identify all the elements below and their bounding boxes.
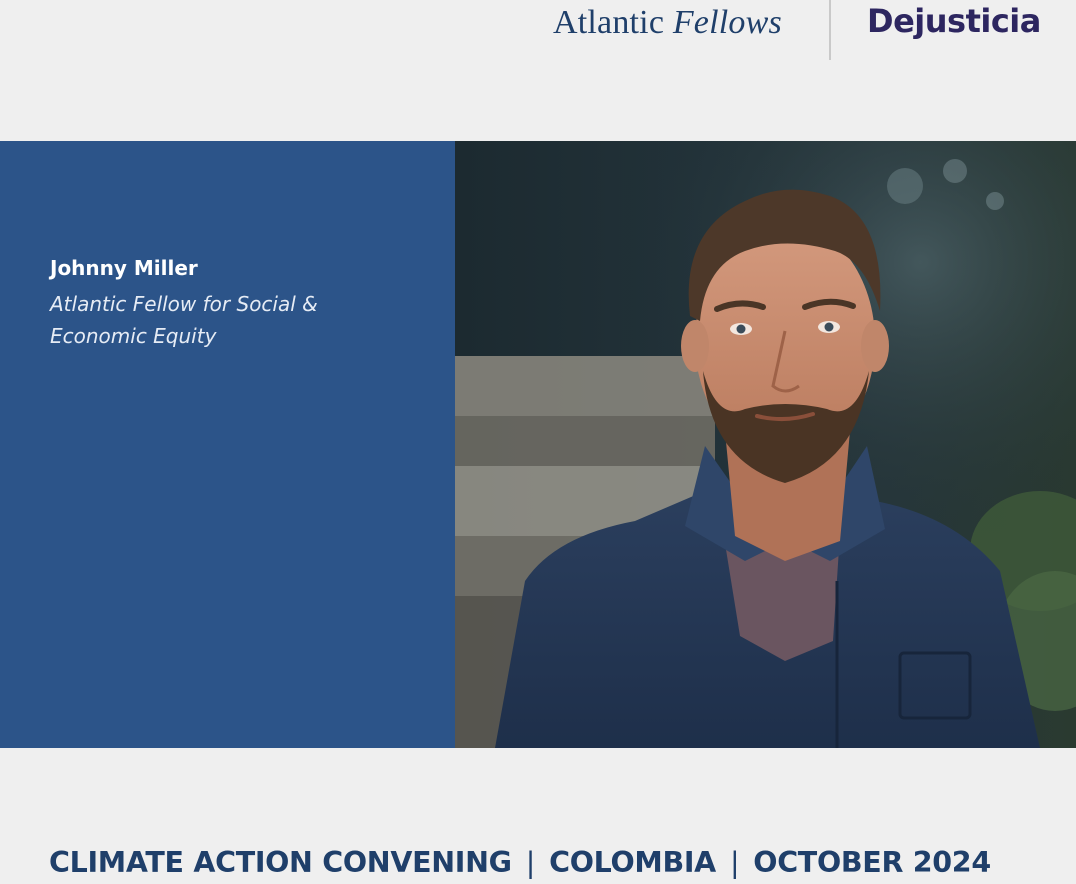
- logo-divider: [829, 0, 831, 60]
- event-date: OCTOBER 2024: [753, 846, 991, 879]
- profile-role: Atlantic Fellow for Social & Economic Eq…: [50, 292, 318, 348]
- footer-separator-1: |: [525, 846, 536, 879]
- portrait-photo-illustration: [455, 141, 1076, 748]
- partner-logos: Atlantic Fellows Dejusticia: [0, 0, 1076, 62]
- portrait-photo: [455, 141, 1076, 748]
- event-location: COLOMBIA: [549, 846, 716, 879]
- footer-separator-2: |: [729, 846, 740, 879]
- event-footer: CLIMATE ACTION CONVENING | COLOMBIA | OCTOBE…: [49, 846, 991, 879]
- atlantic-fellows-logo: Atlantic Fellows: [553, 4, 782, 42]
- profile-panel: [0, 141, 455, 748]
- dejusticia-logo: Dejusticia: [867, 2, 1041, 40]
- atlantic-fellows-logo-word1: Atlantic: [553, 4, 665, 41]
- profile-name: Johnny Miller: [50, 256, 198, 280]
- atlantic-fellows-logo-word2: Fellows: [672, 4, 782, 41]
- event-name: CLIMATE ACTION CONVENING: [49, 846, 512, 879]
